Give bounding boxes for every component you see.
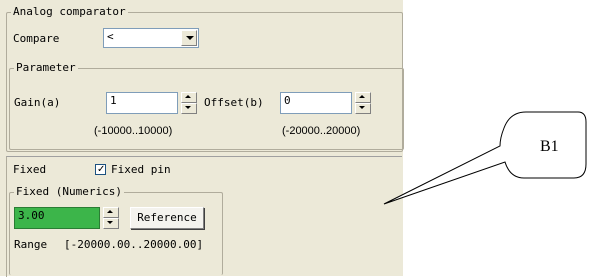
arrow-down-icon [185,106,191,109]
compare-value: < [107,30,114,43]
properties-panel: Analog comparator Compare < Parameter Ga… [0,0,404,277]
compare-dropdown-button[interactable] [181,30,197,46]
fixed-value-spinner[interactable] [103,207,119,229]
compare-label: Compare [13,32,60,45]
offset-label: Offset(b) [204,96,264,109]
offset-spinner[interactable] [355,92,371,114]
analog-comparator-group: Analog comparator Compare < Parameter Ga… [6,5,404,152]
offset-value: 0 [284,94,291,107]
gain-value: 1 [110,94,117,107]
gain-spinner[interactable] [181,92,197,114]
offset-input[interactable]: 0 [280,92,352,114]
callout-label: B1 [540,138,559,155]
fixed-decrement-button[interactable] [103,218,119,229]
gain-input[interactable]: 1 [106,92,178,114]
gain-decrement-button[interactable] [181,103,197,114]
fixed-pin-label: Fixed pin [111,163,171,176]
offset-decrement-button[interactable] [355,103,371,114]
chevron-down-icon [186,36,194,40]
fixed-numerics-legend: Fixed (Numerics) [14,185,124,199]
reference-button[interactable]: Reference [130,207,204,229]
gain-label: Gain(a) [14,96,61,109]
fixed-value: 3.00 [18,209,45,222]
gain-range-text: (-10000..10000) [94,125,173,137]
arrow-up-icon [107,210,113,213]
offset-range-text: (-20000..20000) [282,125,361,137]
compare-select[interactable]: < [103,28,199,48]
fixed-numerics-group: Fixed (Numerics) 3.00 Reference Range [-… [9,185,223,275]
parameter-legend: Parameter [14,61,78,75]
callout-bubble [383,111,587,205]
arrow-down-icon [359,106,365,109]
parameter-group: Parameter Gain(a) 1 Offset(b) 0 (-10000.… [9,61,404,150]
analog-comparator-legend: Analog comparator [11,5,128,19]
arrow-down-icon [107,221,113,224]
arrow-up-icon [185,95,191,98]
offset-increment-button[interactable] [355,92,371,103]
range-label: Range [14,238,48,251]
checkmark-icon: ✓ [97,164,106,175]
range-value: [-20000.00..20000.00] [64,238,204,251]
gain-increment-button[interactable] [181,92,197,103]
fixed-pin-checkbox[interactable]: ✓ [95,164,106,175]
arrow-up-icon [359,95,365,98]
fixed-label: Fixed [13,163,47,176]
fixed-increment-button[interactable] [103,207,119,218]
fixed-value-input[interactable]: 3.00 [14,207,100,229]
fixed-section: Fixed ✓ Fixed pin Fixed (Numerics) 3.00 … [6,156,402,277]
